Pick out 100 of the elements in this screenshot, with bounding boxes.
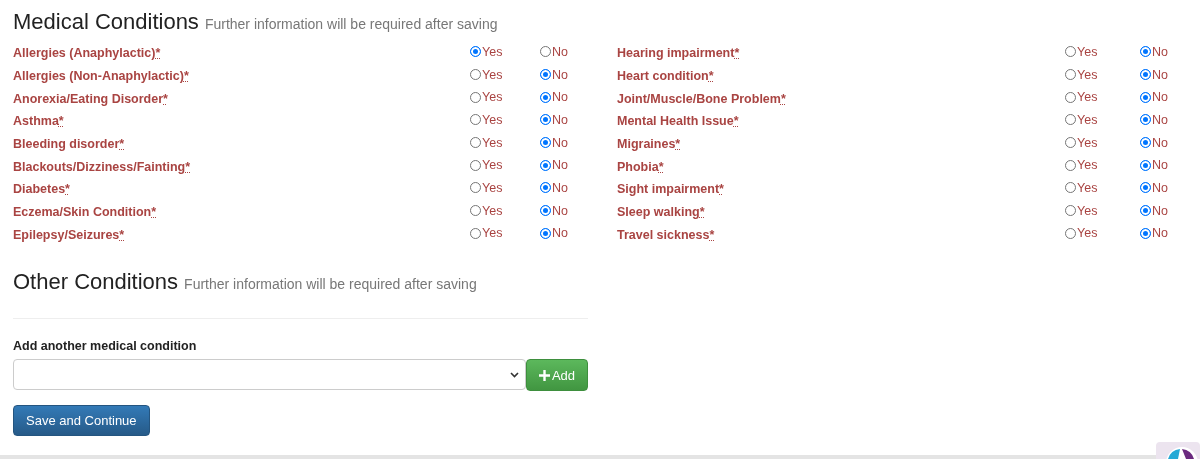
radio-button[interactable] bbox=[1140, 205, 1151, 217]
radio-button[interactable] bbox=[1140, 137, 1151, 149]
radio-option[interactable]: No bbox=[540, 226, 568, 241]
required-mark: * bbox=[185, 159, 191, 174]
field-label: Add another medical condition bbox=[13, 339, 198, 354]
radio-button[interactable] bbox=[540, 227, 551, 239]
radio-option[interactable]: No bbox=[540, 67, 568, 82]
radio-option[interactable]: Yes bbox=[470, 90, 503, 105]
radio-button[interactable] bbox=[1065, 205, 1076, 217]
plus-icon bbox=[538, 369, 550, 381]
radio-option[interactable]: Yes bbox=[470, 135, 503, 150]
radio-option[interactable]: No bbox=[540, 203, 568, 218]
radio-button[interactable] bbox=[540, 91, 551, 103]
condition-label: Anorexia/Eating Disorder bbox=[13, 91, 164, 106]
radio-button[interactable] bbox=[470, 205, 481, 217]
radio-option[interactable]: Yes bbox=[470, 180, 503, 195]
radio-button[interactable] bbox=[470, 159, 481, 171]
radio-button[interactable] bbox=[1065, 46, 1076, 58]
radio-button[interactable] bbox=[1140, 46, 1151, 58]
condition-label: Eczema/Skin Condition bbox=[13, 205, 152, 220]
radio-option[interactable]: No bbox=[540, 90, 568, 105]
radio-button[interactable] bbox=[540, 159, 551, 171]
radio-option[interactable]: Yes bbox=[1065, 112, 1098, 127]
radio-button[interactable] bbox=[470, 137, 481, 149]
radio-option[interactable]: No bbox=[540, 112, 568, 127]
radio-option[interactable]: No bbox=[1140, 90, 1168, 105]
radio-option[interactable]: Yes bbox=[1065, 44, 1098, 59]
radio-option[interactable]: No bbox=[1140, 226, 1168, 241]
radio-button[interactable] bbox=[540, 205, 551, 217]
save-and-continue-button[interactable]: Save and Continue bbox=[13, 405, 150, 437]
radio-button[interactable] bbox=[470, 69, 481, 81]
required-mark: * bbox=[58, 114, 64, 129]
radio-button[interactable] bbox=[1065, 159, 1076, 171]
condition-label: Epilepsy/Seizures bbox=[13, 227, 120, 242]
radio-button[interactable] bbox=[540, 182, 551, 194]
condition-label: Allergies (Non-Anaphylactic) bbox=[13, 69, 184, 84]
condition-label: Blackouts/Dizziness/Fainting bbox=[13, 159, 186, 174]
section-subtitle: Further information will be required after saving bbox=[184, 276, 477, 293]
radio-option[interactable]: Yes bbox=[1065, 158, 1098, 173]
radio-button[interactable] bbox=[1140, 114, 1151, 126]
chevron-down-icon bbox=[510, 371, 519, 378]
radio-button[interactable] bbox=[470, 46, 481, 58]
radio-button[interactable] bbox=[1140, 159, 1151, 171]
required-mark: * bbox=[699, 205, 705, 220]
section-title: Other Conditions bbox=[13, 269, 179, 296]
radio-button[interactable] bbox=[470, 182, 481, 194]
radio-button[interactable] bbox=[1065, 227, 1076, 239]
radio-button[interactable] bbox=[540, 46, 551, 58]
radio-button[interactable] bbox=[1140, 182, 1151, 194]
radio-option[interactable]: Yes bbox=[1065, 180, 1098, 195]
radio-option[interactable]: Yes bbox=[470, 44, 503, 59]
radio-option[interactable]: No bbox=[1140, 135, 1168, 150]
radio-option[interactable]: No bbox=[540, 44, 568, 59]
radio-button[interactable] bbox=[1065, 69, 1076, 81]
required-mark: * bbox=[780, 91, 786, 106]
radio-option[interactable]: No bbox=[1140, 67, 1168, 82]
radio-option[interactable]: No bbox=[1140, 180, 1168, 195]
radio-button[interactable] bbox=[470, 227, 481, 239]
radio-option[interactable]: Yes bbox=[1065, 67, 1098, 82]
radio-button[interactable] bbox=[1140, 91, 1151, 103]
radio-option[interactable]: No bbox=[1140, 203, 1168, 218]
condition-label: Asthma bbox=[13, 114, 59, 129]
radio-option[interactable]: Yes bbox=[1065, 90, 1098, 105]
required-mark: * bbox=[719, 182, 724, 197]
radio-option[interactable]: No bbox=[540, 180, 568, 195]
condition-label: Travel sickness bbox=[617, 227, 710, 242]
radio-option[interactable]: Yes bbox=[470, 203, 503, 218]
radio-option[interactable]: Yes bbox=[1065, 226, 1098, 241]
condition-label: Sight impairment bbox=[617, 182, 720, 197]
radio-option[interactable]: Yes bbox=[1065, 135, 1098, 150]
radio-option[interactable]: Yes bbox=[1065, 203, 1098, 218]
radio-option[interactable]: Yes bbox=[470, 226, 503, 241]
condition-label: Heart condition bbox=[617, 69, 709, 84]
condition-label: Hearing impairment bbox=[617, 46, 735, 61]
radio-option[interactable]: Yes bbox=[470, 67, 503, 82]
required-mark: * bbox=[151, 205, 157, 220]
required-mark: * bbox=[65, 182, 70, 197]
required-mark: * bbox=[734, 46, 740, 61]
radio-option[interactable]: No bbox=[1140, 112, 1168, 127]
radio-button[interactable] bbox=[1065, 91, 1076, 103]
radio-option[interactable]: Yes bbox=[470, 158, 503, 173]
radio-option[interactable]: No bbox=[540, 158, 568, 173]
radio-option[interactable]: No bbox=[1140, 158, 1168, 173]
radio-button[interactable] bbox=[1140, 69, 1151, 81]
radio-button[interactable] bbox=[1065, 182, 1076, 194]
required-mark: * bbox=[675, 137, 681, 152]
radio-option[interactable]: No bbox=[540, 135, 568, 150]
radio-option[interactable]: No bbox=[1140, 44, 1168, 59]
radio-button[interactable] bbox=[1065, 114, 1076, 126]
condition-label: Mental Health Issue bbox=[617, 114, 734, 129]
add-button[interactable]: Add bbox=[526, 359, 588, 392]
radio-option[interactable]: Yes bbox=[470, 112, 503, 127]
radio-button[interactable] bbox=[540, 114, 551, 126]
radio-button[interactable] bbox=[470, 91, 481, 103]
required-mark: * bbox=[709, 227, 715, 242]
radio-button[interactable] bbox=[540, 69, 551, 81]
radio-button[interactable] bbox=[540, 137, 551, 149]
radio-button[interactable] bbox=[1140, 227, 1151, 239]
radio-button[interactable] bbox=[1065, 137, 1076, 149]
radio-button[interactable] bbox=[470, 114, 481, 126]
